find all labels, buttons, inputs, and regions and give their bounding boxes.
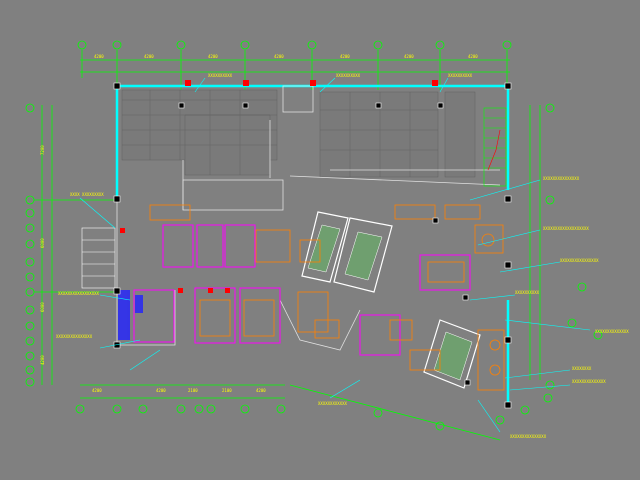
- anno-11: XXXXXXXXXXXXXX: [572, 379, 606, 384]
- anno-14: XXXXXXXXXXXX: [318, 401, 347, 406]
- top-dim-5: 4200: [340, 54, 350, 59]
- anno-9: XXXXXXXXXXXXXX: [595, 329, 629, 334]
- meeting-rooms: [133, 224, 471, 356]
- anno-1: XXXXXXXXXX: [208, 73, 233, 78]
- top-dim-7: 4200: [468, 54, 478, 59]
- bottom-dim-5: 4200: [256, 388, 266, 393]
- bottom-dim-1: 4200: [92, 388, 102, 393]
- left-dim-3: 6000: [40, 302, 45, 312]
- anno-3: XXXXXXXXXX: [448, 73, 473, 78]
- anno-13: XXXXXXXXXXXXXXX: [56, 334, 93, 339]
- anno-4: XXXX XXXXXXXXX: [70, 192, 104, 197]
- conference-tables: [307, 224, 473, 381]
- left-core: [81, 227, 116, 289]
- right-grid-axis: [529, 103, 603, 403]
- bottom-dim-3: 2100: [188, 388, 198, 393]
- anno-7: XXXXXXXXXXXXXXXX: [560, 258, 599, 263]
- left-dim-2: 6000: [40, 238, 45, 248]
- left-dim-labels: 7200 6000 6000 4200: [40, 145, 45, 365]
- bottom-dim-4: 2100: [222, 388, 232, 393]
- top-grid-axis: [77, 40, 512, 90]
- bottom-dim-labels: 4200 4200 2100 2100 4200: [92, 388, 266, 393]
- anno-6: XXXXXXXXXXXXXXXXXXX: [543, 226, 589, 231]
- top-dim-6: 4200: [404, 54, 414, 59]
- anno-12: XXXXXXXXXXXXXXXXX: [58, 291, 100, 296]
- top-dim-labels: 4200 4200 4200 4200 4200 4200 4200: [94, 54, 478, 59]
- floor-plan-canvas[interactable]: 4200 4200 4200 4200 4200 4200 4200 7200 …: [0, 0, 640, 480]
- anno-15: XXXXXXXXXXXXXXX: [510, 434, 547, 439]
- anno-10: XXXXXXXX: [572, 366, 592, 371]
- anno-5: XXXXXXXXXXXXXXX: [543, 176, 580, 181]
- top-dim-4: 4200: [274, 54, 284, 59]
- top-dim-2: 4200: [144, 54, 154, 59]
- left-dim-1: 7200: [40, 145, 45, 155]
- restroom-zone: [118, 290, 143, 340]
- top-dim-3: 4200: [208, 54, 218, 59]
- staircase: [483, 107, 507, 187]
- bottom-grid-axis: [75, 384, 530, 441]
- open-office-hatch: [121, 89, 476, 178]
- left-dim-4: 4200: [40, 355, 45, 365]
- anno-8: XXXXXXXXXX: [515, 290, 540, 295]
- top-dim-1: 4200: [94, 54, 104, 59]
- anno-2: XXXXXXXXXX: [336, 73, 361, 78]
- bottom-dim-2: 4200: [156, 388, 166, 393]
